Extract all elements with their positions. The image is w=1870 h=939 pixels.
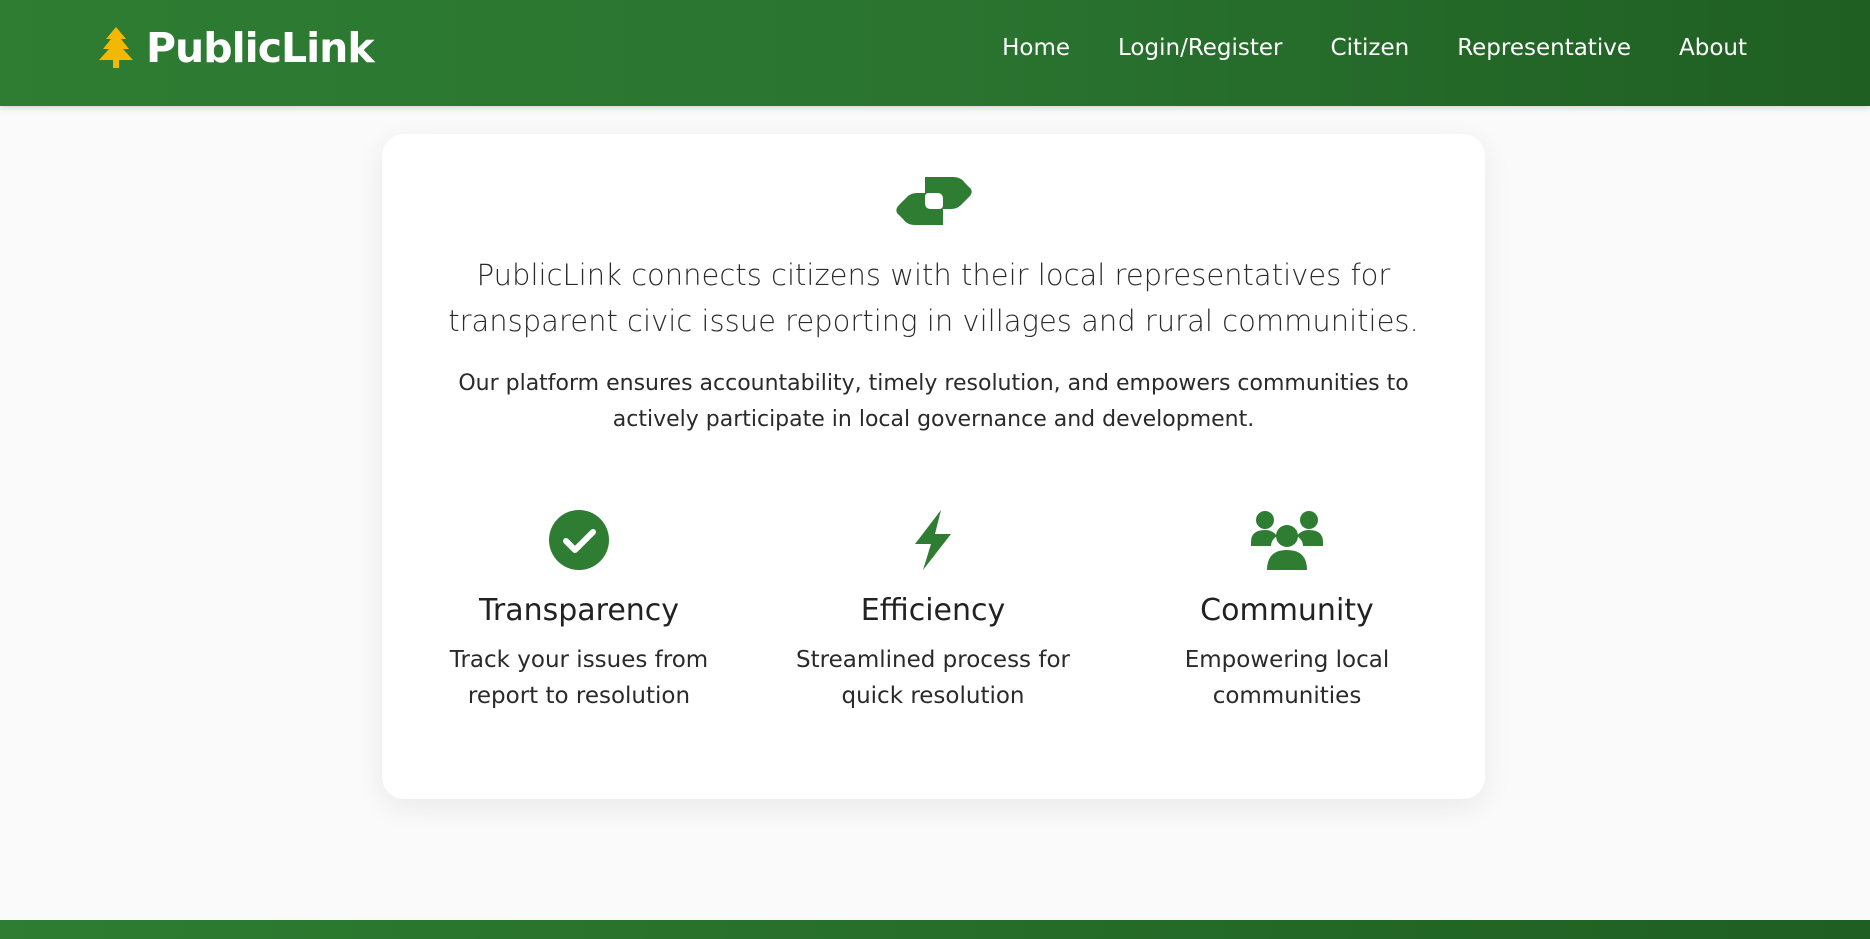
feature-title: Efficiency <box>860 593 1006 628</box>
nav-citizen[interactable]: Citizen <box>1331 28 1410 68</box>
brand-logo-link[interactable]: PublicLink <box>96 24 375 72</box>
feature-community: Community Empowering local communities <box>1110 508 1464 714</box>
users-icon <box>1251 511 1323 570</box>
feature-title: Transparency <box>478 593 680 628</box>
brand-name: PublicLink <box>146 24 375 72</box>
handshake-icon <box>896 177 972 225</box>
feature-description: Streamlined process for quick resolution <box>796 647 1070 709</box>
footer-bar <box>0 920 1870 939</box>
intro-sub-text: Our platform ensures accountability, tim… <box>458 371 1409 432</box>
nav-home[interactable]: Home <box>1002 28 1070 68</box>
nav-login-register[interactable]: Login/Register <box>1118 28 1283 68</box>
lightning-bolt-icon <box>915 510 951 570</box>
features-row: Transparency Track your issues from repo… <box>402 508 1465 714</box>
about-card: PublicLink connects citizens with their … <box>382 134 1485 799</box>
feature-efficiency: Efficiency Streamlined process for quick… <box>756 508 1110 714</box>
intro-lead-text: PublicLink connects citizens with their … <box>448 258 1419 338</box>
tree-icon <box>99 27 133 68</box>
feature-description: Track your issues from report to resolut… <box>449 647 709 709</box>
feature-transparency: Transparency Track your issues from repo… <box>402 508 756 714</box>
navbar: PublicLink Home Login/Register Citizen R… <box>0 0 1870 106</box>
nav-representative[interactable]: Representative <box>1457 28 1631 68</box>
nav-about[interactable]: About <box>1679 28 1747 68</box>
check-circle-icon <box>549 510 609 570</box>
feature-title: Community <box>1200 593 1374 628</box>
main-nav: Home Login/Register Citizen Representati… <box>954 28 1747 68</box>
feature-description: Empowering local communities <box>1184 647 1390 709</box>
